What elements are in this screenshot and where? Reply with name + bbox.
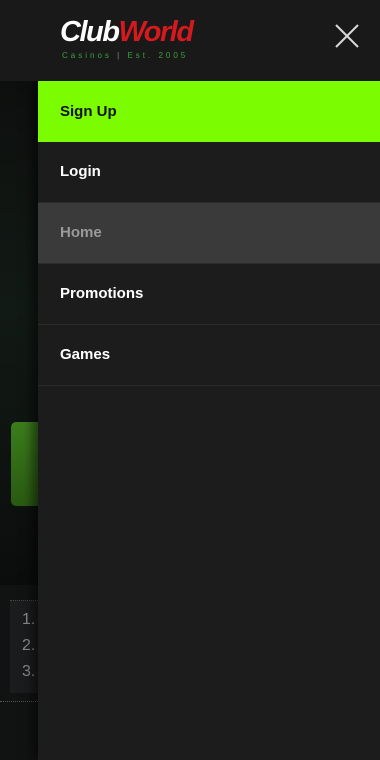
drawer-menu: Sign Up Login Home Promotions Games (38, 81, 380, 386)
club-world-logo[interactable]: ClubWorld Casinos | Est. 2005 (60, 16, 220, 64)
menu-item-games[interactable]: Games (38, 325, 380, 386)
logo-tagline-right: Est. 2005 (127, 51, 189, 60)
drawer-header: ClubWorld Casinos | Est. 2005 (0, 0, 380, 81)
menu-item-sign-up[interactable]: Sign Up (38, 81, 380, 142)
logo-tagline-left: Casinos (62, 51, 112, 60)
nav-drawer: ClubWorld Casinos | Est. 2005 Sign Up Lo… (0, 0, 380, 760)
logo-tagline: Casinos | Est. 2005 (62, 51, 188, 60)
logo-world-text: World (118, 16, 194, 48)
step-number: 1. (22, 611, 36, 628)
close-button[interactable] (333, 22, 361, 50)
logo-tagline-separator: | (117, 51, 123, 60)
menu-item-login[interactable]: Login (38, 142, 380, 203)
close-icon (335, 24, 359, 48)
logo-wordmark: ClubWorld (60, 16, 194, 49)
step-number: 2. (22, 637, 36, 654)
logo-club-text: Club (60, 16, 120, 48)
menu-item-home[interactable]: Home (38, 203, 380, 264)
step-number: 3. (22, 663, 36, 680)
menu-item-promotions[interactable]: Promotions (38, 264, 380, 325)
